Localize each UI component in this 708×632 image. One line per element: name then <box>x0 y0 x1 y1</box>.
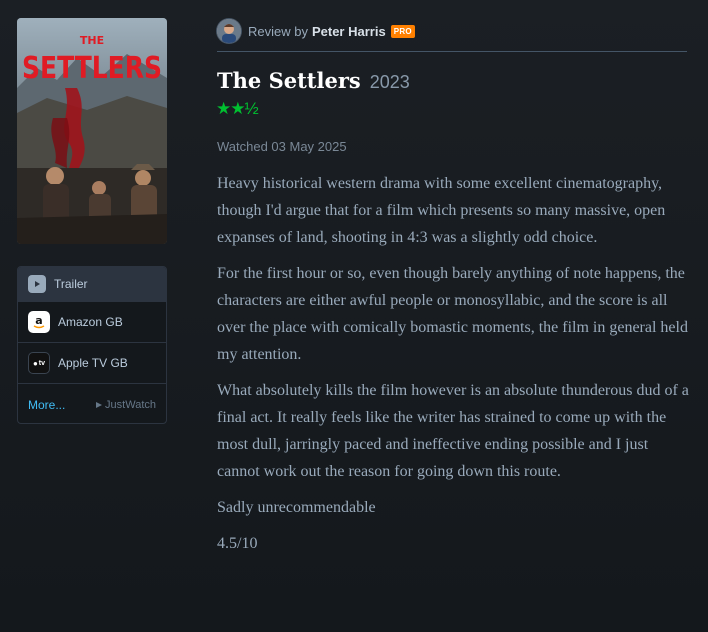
pro-badge: PRO <box>390 25 415 38</box>
film-title[interactable]: The Settlers <box>217 68 361 93</box>
poster-title-big: SETTLERS <box>22 51 162 86</box>
review-paragraph: Heavy historical western drama with some… <box>217 175 666 246</box>
services-footer: More... JustWatch <box>18 384 166 423</box>
film-year[interactable]: 2023 <box>370 72 410 93</box>
where-to-watch-panel: Trailer a Amazon GB ● tv Apple TV GB More… <box>17 266 167 424</box>
more-services-link[interactable]: More... <box>28 398 65 412</box>
review-paragraph: What absolutely kills the film however i… <box>217 382 689 480</box>
review-score-text: 4.5/10 <box>217 535 258 552</box>
author-name[interactable]: Peter Harris <box>312 24 386 39</box>
review-byline: Review by Peter Harris PRO <box>248 24 415 39</box>
review-body: Heavy historical western drama with some… <box>217 170 692 566</box>
justwatch-icon <box>96 401 103 408</box>
service-label: Apple TV GB <box>58 356 128 370</box>
poster-title-small: THE <box>80 34 104 47</box>
service-apple-tv-gb[interactable]: ● tv Apple TV GB <box>18 343 166 384</box>
svg-text:a: a <box>35 314 42 327</box>
play-icon <box>28 275 46 293</box>
review-paragraph: For the first hour or so, even though ba… <box>217 265 688 363</box>
apple-tv-icon: ● tv <box>28 352 50 374</box>
avatar[interactable] <box>217 19 241 43</box>
amazon-icon: a <box>28 311 50 333</box>
star-rating: ★★½ <box>216 99 259 118</box>
watched-date: Watched 03 May 2025 <box>217 139 347 154</box>
poster-artwork: THE SETTLERS <box>17 18 167 244</box>
byline-prefix: Review by <box>248 24 308 39</box>
review-paragraph: Sadly unrecommendable <box>217 499 376 516</box>
justwatch-link[interactable]: JustWatch <box>95 399 156 411</box>
film-heading: The Settlers 2023 <box>217 68 410 93</box>
review-header: Review by Peter Harris PRO <box>217 18 687 52</box>
trailer-button[interactable]: Trailer <box>18 267 166 302</box>
film-poster[interactable]: THE SETTLERS <box>17 18 167 244</box>
service-label: Amazon GB <box>58 315 123 329</box>
service-amazon-gb[interactable]: a Amazon GB <box>18 302 166 343</box>
trailer-label: Trailer <box>54 277 88 291</box>
